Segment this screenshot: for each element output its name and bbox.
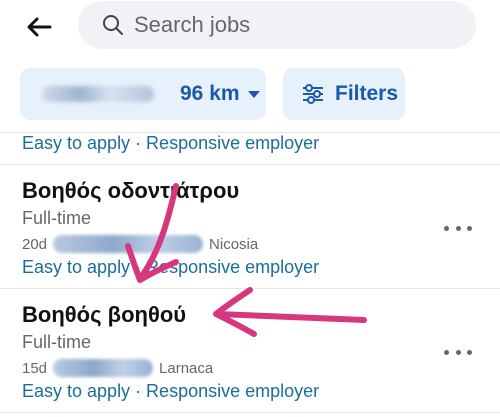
job-apply-info: Easy to apply · Responsive employer [22,381,320,401]
search-icon [103,15,123,35]
job-location: Larnaca [159,359,214,377]
job-location: Nicosia [209,235,259,253]
search-input[interactable]: Search jobs [78,1,476,49]
filters-label: Filters [335,82,399,105]
job-apply-info: Easy to apply · Responsive employer [22,257,320,277]
job-title[interactable]: Βοηθός οδοντιάτρου [22,178,239,204]
job-meta: 15d Larnaca [22,359,213,377]
filter-row: 96 km Filters [0,68,500,124]
distance-label: 96 km [180,82,240,105]
divider [0,288,500,289]
divider [0,164,500,165]
back-button[interactable] [22,10,56,44]
more-options-button[interactable] [444,342,472,362]
filters-button[interactable]: Filters [283,68,405,120]
redacted-location [42,86,154,102]
top-bar: Search jobs [0,0,500,52]
caret-down-icon [247,90,260,98]
back-arrow-icon [27,17,52,37]
sliders-icon [303,84,323,104]
more-options-button[interactable] [444,218,472,238]
search-placeholder: Search jobs [134,12,251,37]
job-apply-info: Easy to apply · Responsive employer [22,133,320,153]
job-type: Full-time [22,208,92,228]
redacted-employer [53,359,154,377]
location-distance-chip[interactable]: 96 km [20,68,266,120]
job-age: 20d [22,235,48,253]
more-icon [444,225,449,231]
annotation-arrow-left [213,287,367,337]
more-icon [444,349,449,355]
job-age: 15d [22,359,48,377]
job-type: Full-time [22,332,92,352]
job-meta: 20d Nicosia [22,235,258,253]
redacted-employer [53,235,204,253]
divider [0,412,500,413]
job-title[interactable]: Βοηθός βοηθού [22,302,186,328]
